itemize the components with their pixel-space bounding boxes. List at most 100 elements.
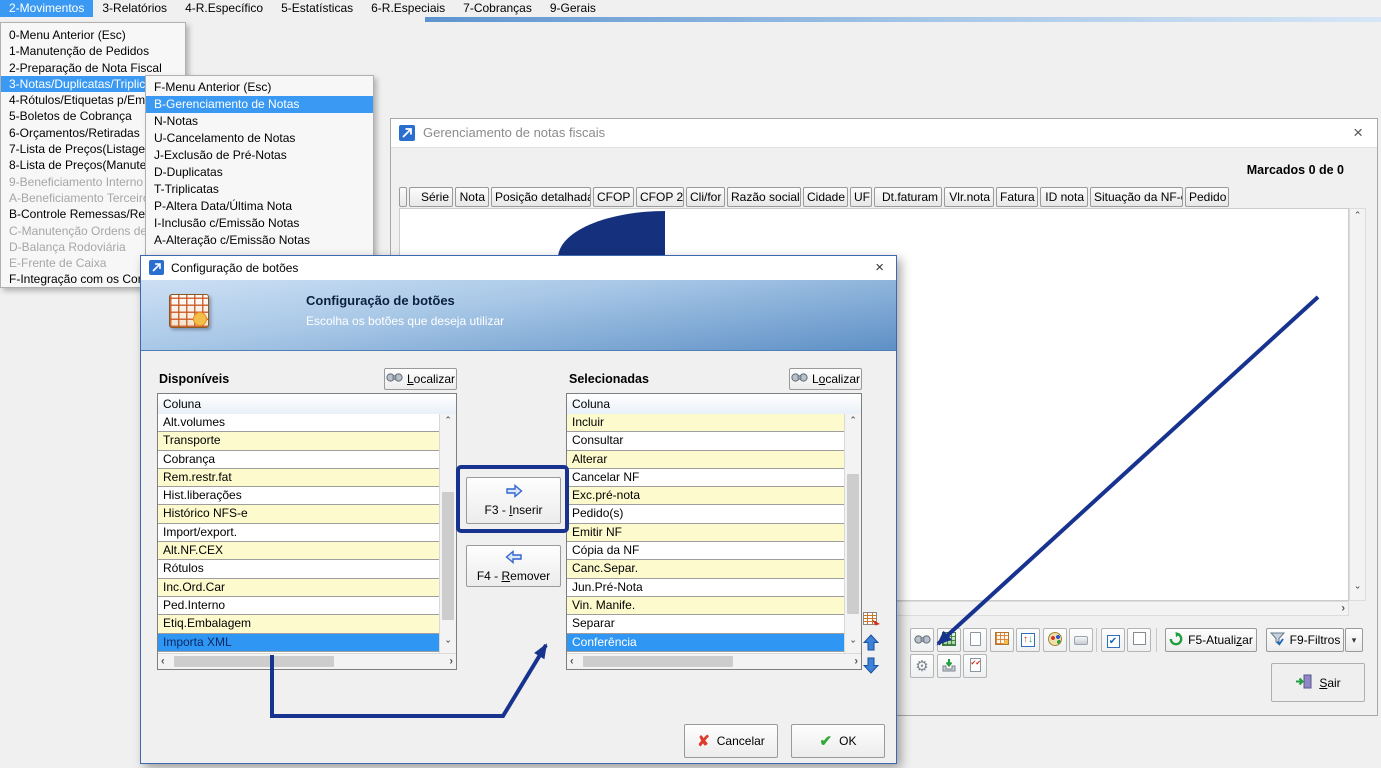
- list-item[interactable]: Exc.pré-nota: [567, 487, 845, 505]
- list-item[interactable]: Inc.Ord.Car: [158, 579, 440, 597]
- scroll-up-icon[interactable]: ˆ: [446, 416, 450, 428]
- list-item[interactable]: Rótulos: [158, 560, 440, 578]
- list-item[interactable]: Ped.Interno: [158, 597, 440, 615]
- list-item[interactable]: Incluir: [567, 414, 845, 432]
- menubar-item-1[interactable]: 2-Movimentos: [0, 0, 93, 17]
- submenu-item-3[interactable]: U-Cancelamento de Notas: [146, 130, 373, 147]
- column-header-id-nota[interactable]: ID nota: [1040, 187, 1088, 207]
- f9-dropdown-button[interactable]: ▾: [1345, 628, 1363, 652]
- checkbox-unchecked-button[interactable]: [1127, 628, 1151, 652]
- menu-item-1[interactable]: 1-Manutenção de Pedidos: [1, 43, 185, 59]
- list-item[interactable]: Cópia da NF: [567, 542, 845, 560]
- column-header-raz-o-social[interactable]: Razão social: [727, 187, 801, 207]
- scroll-thumb[interactable]: [442, 492, 454, 620]
- f4-remover-button[interactable]: F4 - Remover: [466, 545, 561, 587]
- scroll-down-icon[interactable]: ˇ: [1356, 586, 1360, 598]
- vertical-scrollbar[interactable]: ˆ ˇ: [844, 414, 861, 654]
- menu-item-2[interactable]: 2-Preparação de Nota Fiscal: [1, 60, 185, 76]
- menu-item-0[interactable]: 0-Menu Anterior (Esc): [1, 27, 185, 43]
- close-icon[interactable]: ×: [1353, 122, 1363, 144]
- submenu-item-1[interactable]: B-Gerenciamento de Notas: [146, 96, 373, 113]
- list-item[interactable]: Alterar: [567, 451, 845, 469]
- list-item[interactable]: Histórico NFS-e: [158, 505, 440, 523]
- submenu-item-9[interactable]: A-Alteração c/Emissão Notas: [146, 232, 373, 249]
- scroll-right-icon[interactable]: ›: [449, 655, 453, 667]
- submenu-item-4[interactable]: J-Exclusão de Pré-Notas: [146, 147, 373, 164]
- table-hand-button[interactable]: [990, 628, 1014, 652]
- scroll-up-icon[interactable]: ˆ: [1356, 211, 1360, 223]
- list-item[interactable]: Cobrança: [158, 451, 440, 469]
- submenu-item-0[interactable]: F-Menu Anterior (Esc): [146, 79, 373, 96]
- column-header-cfop[interactable]: CFOP: [593, 187, 634, 207]
- column-header-cli-for[interactable]: Cli/for: [686, 187, 725, 207]
- submenu-item-6[interactable]: T-Triplicatas: [146, 181, 373, 198]
- list-item[interactable]: Cancelar NF: [567, 469, 845, 487]
- list-item[interactable]: Separar: [567, 615, 845, 633]
- submenu-item-2[interactable]: N-Notas: [146, 113, 373, 130]
- move-up-icon[interactable]: [863, 634, 881, 652]
- list-item[interactable]: Rem.restr.fat: [158, 469, 440, 487]
- localizar-selected-button[interactable]: Localizar: [789, 368, 862, 390]
- list-item[interactable]: Alt.volumes: [158, 414, 440, 432]
- scroll-right-icon[interactable]: ›: [1341, 602, 1345, 614]
- column-header-dt-faturam[interactable]: Dt.faturam: [874, 187, 942, 207]
- list-column-header[interactable]: Coluna: [158, 394, 456, 415]
- list-item[interactable]: Conferência: [567, 634, 845, 652]
- cancelar-button[interactable]: ✘ Cancelar: [684, 724, 778, 758]
- list-item[interactable]: Hist.liberações: [158, 487, 440, 505]
- list-item[interactable]: Alt.NF.CEX: [158, 542, 440, 560]
- menubar-item-7[interactable]: 9-Gerais: [541, 0, 605, 17]
- palette-button[interactable]: [1043, 628, 1067, 652]
- list-item[interactable]: Consultar: [567, 432, 845, 450]
- f3-inserir-button[interactable]: F3 - Inserir: [466, 477, 561, 524]
- vertical-scrollbar[interactable]: ˆ ˇ: [439, 414, 456, 654]
- ok-button[interactable]: ✔ OK: [791, 724, 885, 758]
- f9-filtros-button[interactable]: F9-Filtros: [1266, 628, 1344, 652]
- scroll-left-icon[interactable]: ‹: [161, 655, 165, 667]
- list-item[interactable]: Vin. Manife.: [567, 597, 845, 615]
- submenu-item-7[interactable]: P-Altera Data/Última Nota: [146, 198, 373, 215]
- gear-button[interactable]: ⚙: [910, 654, 934, 678]
- submenu-item-8[interactable]: I-Inclusão c/Emissão Notas: [146, 215, 373, 232]
- column-header-nota[interactable]: Nota: [455, 187, 489, 207]
- scroll-thumb[interactable]: [583, 656, 733, 667]
- menubar-item-3[interactable]: 4-R.Específico: [176, 0, 272, 17]
- horizontal-scrollbar[interactable]: ‹ ›: [158, 653, 456, 669]
- list-item[interactable]: Etiq.Embalagem: [158, 615, 440, 633]
- sair-button[interactable]: Sair: [1271, 663, 1365, 702]
- scroll-down-icon[interactable]: ˇ: [851, 640, 855, 652]
- list-item[interactable]: Transporte: [158, 432, 440, 450]
- menubar-item-2[interactable]: 3-Relatórios: [93, 0, 176, 17]
- menubar-item-6[interactable]: 7-Cobranças: [454, 0, 541, 17]
- scroll-thumb[interactable]: [847, 474, 859, 614]
- column-header-fatura[interactable]: Fatura: [996, 187, 1038, 207]
- menubar-item-5[interactable]: 6-R.Especiais: [362, 0, 454, 17]
- box-button[interactable]: [1069, 628, 1093, 652]
- scroll-right-icon[interactable]: ›: [854, 655, 858, 667]
- scroll-down-icon[interactable]: ˇ: [446, 640, 450, 652]
- scroll-left-icon[interactable]: ‹: [570, 655, 574, 667]
- localizar-available-button[interactable]: Localizar: [384, 368, 457, 390]
- scroll-up-icon[interactable]: ˆ: [851, 416, 855, 428]
- list-item[interactable]: Emitir NF: [567, 524, 845, 542]
- sort-button[interactable]: ↑↓: [1016, 628, 1040, 652]
- list-item[interactable]: Importa XML: [158, 634, 440, 652]
- column-header-cidade[interactable]: Cidade: [803, 187, 848, 207]
- horizontal-scrollbar[interactable]: ‹ ›: [567, 653, 861, 669]
- list-item[interactable]: Pedido(s): [567, 505, 845, 523]
- column-header-blank[interactable]: [399, 187, 407, 207]
- column-header-s-rie[interactable]: Série: [409, 187, 453, 207]
- checklist-button[interactable]: ✔✔: [963, 654, 987, 678]
- list-item[interactable]: Canc.Separ.: [567, 560, 845, 578]
- excel-button[interactable]: [937, 628, 961, 652]
- column-header-uf[interactable]: UF: [850, 187, 872, 207]
- column-header-posi-o-detalhada[interactable]: Posição detalhada: [491, 187, 591, 207]
- move-down-icon[interactable]: [863, 657, 881, 675]
- document-button[interactable]: [963, 628, 987, 652]
- checkbox-checked-button[interactable]: ✔: [1101, 628, 1125, 652]
- list-column-header[interactable]: Coluna: [567, 394, 861, 415]
- import-button[interactable]: [937, 654, 961, 678]
- list-item[interactable]: Import/export.: [158, 524, 440, 542]
- list-item[interactable]: Jun.Pré-Nota: [567, 579, 845, 597]
- column-header-vlr-nota[interactable]: Vlr.nota: [944, 187, 994, 207]
